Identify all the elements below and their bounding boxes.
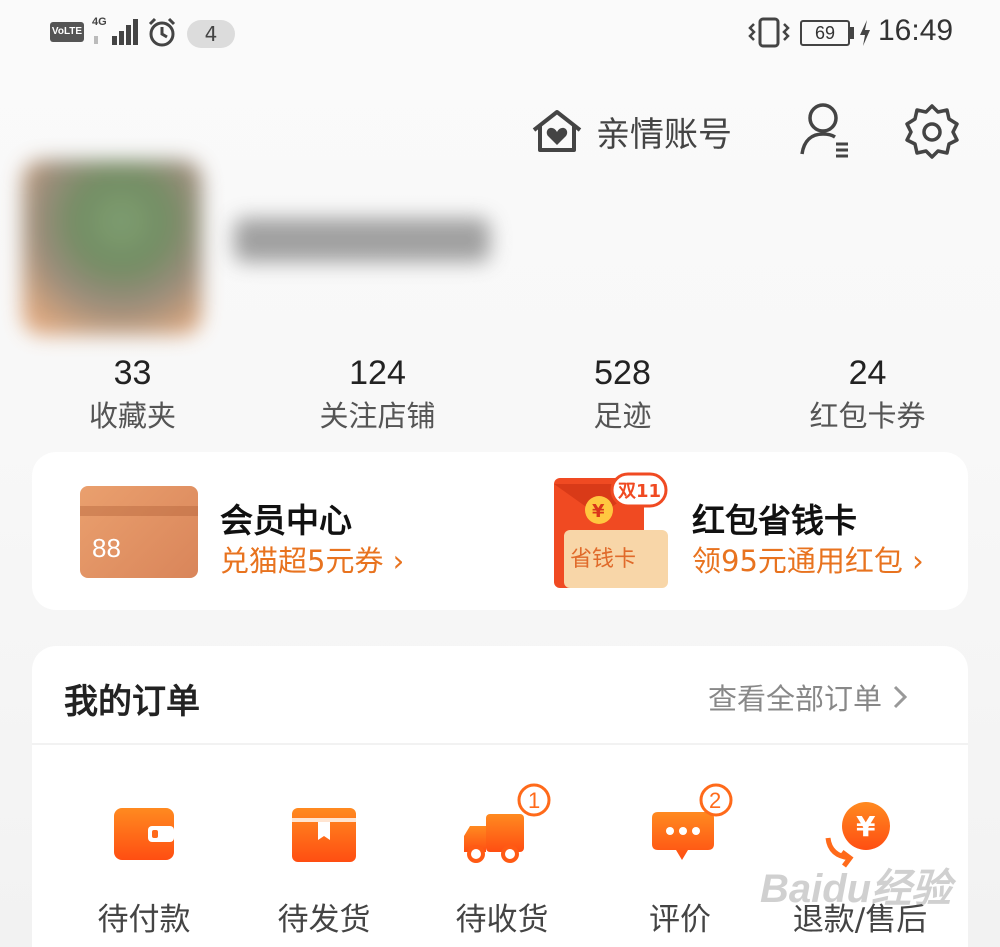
charging-icon bbox=[860, 20, 870, 46]
wallet-icon bbox=[114, 808, 174, 860]
red-packet-card-icon[interactable]: ¥ 双11 省钱卡 bbox=[552, 472, 670, 592]
network-type-text: 4G bbox=[92, 16, 107, 28]
chevron-right-icon bbox=[893, 685, 908, 709]
battery-terminal bbox=[850, 27, 854, 39]
redpack-card-subtitle[interactable]: 领95元通用红包 › bbox=[692, 538, 924, 580]
volte-indicator: VoLTE bbox=[50, 22, 84, 42]
divider bbox=[32, 743, 968, 745]
alarm-icon bbox=[148, 17, 176, 47]
stats-row: 33 收藏夹 124 关注店铺 528 足迹 24 红包卡券 bbox=[10, 352, 990, 442]
battery-level: 69 bbox=[800, 20, 850, 46]
card-stripe bbox=[80, 506, 198, 516]
order-item-label: 评价 bbox=[649, 902, 711, 938]
order-item-label: 待发货 bbox=[277, 902, 371, 938]
badge-count: 2 bbox=[709, 788, 721, 813]
family-account-label: 亲情账号 bbox=[596, 114, 732, 155]
member-center-subtitle[interactable]: 兑猫超5元券 › bbox=[220, 538, 404, 580]
stat-footprints[interactable]: 528 足迹 bbox=[500, 352, 745, 442]
stat-coupons[interactable]: 24 红包卡券 bbox=[745, 352, 990, 442]
svg-text:¥: ¥ bbox=[592, 501, 605, 522]
package-icon bbox=[292, 808, 356, 862]
order-pending-payment[interactable]: 待付款 bbox=[64, 794, 224, 944]
signal-icon: 4G bbox=[92, 16, 138, 45]
order-pending-receipt[interactable]: 1 待收货 bbox=[422, 783, 582, 944]
user-avatar[interactable] bbox=[22, 160, 202, 335]
saving-card-text: 省钱卡 bbox=[570, 547, 636, 572]
view-all-orders-label: 查看全部订单 bbox=[708, 682, 883, 716]
status-time: 16:49 bbox=[878, 14, 954, 47]
truck-icon: 1 bbox=[464, 783, 551, 863]
home-heart-icon bbox=[532, 110, 582, 152]
order-item-label: 待付款 bbox=[97, 902, 191, 938]
stat-label: 收藏夹 bbox=[88, 399, 176, 433]
stat-value: 124 bbox=[349, 354, 406, 392]
settings-gear-icon[interactable] bbox=[902, 102, 962, 160]
order-pending-shipment[interactable]: 待发货 bbox=[244, 794, 404, 944]
stat-label: 足迹 bbox=[593, 399, 652, 433]
badge-count: 1 bbox=[528, 788, 540, 813]
username-blurred bbox=[234, 218, 490, 262]
stat-label: 关注店铺 bbox=[319, 399, 436, 433]
double11-badge-text: 双11 bbox=[618, 481, 661, 502]
watermark: Baidu经验 bbox=[760, 867, 952, 911]
comment-icon: 2 bbox=[652, 783, 733, 860]
orders-title: 我的订单 bbox=[64, 682, 200, 722]
stat-value: 528 bbox=[594, 354, 651, 392]
stat-followed-shops[interactable]: 124 关注店铺 bbox=[255, 352, 500, 442]
vibrate-icon bbox=[748, 17, 790, 48]
stat-value: 24 bbox=[848, 354, 887, 392]
view-all-orders-link[interactable]: 查看全部订单 bbox=[708, 676, 908, 718]
status-bar: VoLTE 4G 4 69 16:49 bbox=[0, 0, 1000, 66]
family-account-button[interactable]: 亲情账号 bbox=[530, 106, 732, 156]
member-center-title[interactable]: 会员中心 bbox=[220, 494, 352, 542]
stat-value: 33 bbox=[113, 354, 152, 392]
profile-icon[interactable] bbox=[798, 100, 854, 158]
stat-label: 红包卡券 bbox=[809, 399, 926, 433]
promo-card: 88 会员中心 兑猫超5元券 › ¥ 双11 省钱卡 红包省钱卡 领95元通用红… bbox=[32, 452, 968, 610]
order-review[interactable]: 2 评价 bbox=[600, 783, 760, 944]
svg-text:¥: ¥ bbox=[856, 810, 876, 843]
member-card-icon[interactable]: 88 bbox=[80, 486, 198, 578]
member-card-number: 88 bbox=[92, 533, 121, 563]
stat-favorites[interactable]: 33 收藏夹 bbox=[10, 352, 255, 442]
order-item-label: 待收货 bbox=[455, 902, 549, 938]
notification-count-badge: 4 bbox=[187, 20, 235, 48]
redpack-card-title[interactable]: 红包省钱卡 bbox=[692, 494, 857, 542]
